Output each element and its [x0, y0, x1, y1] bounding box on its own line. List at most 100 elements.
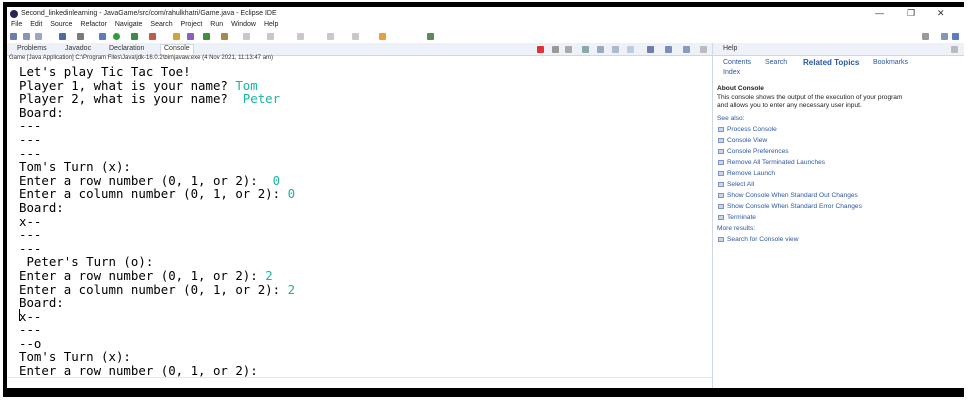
help-link-console-preferences[interactable]: Console Preferences	[717, 146, 957, 157]
menu-search[interactable]: Search	[150, 21, 172, 28]
console-line: Enter a row number (0, 1, or 2):	[19, 364, 709, 378]
menu-project[interactable]: Project	[181, 21, 203, 28]
horizontal-scrollbar[interactable]	[7, 377, 712, 388]
help-link-console-view[interactable]: Console View	[717, 135, 957, 146]
new-package-icon[interactable]	[187, 33, 194, 40]
word-wrap-icon[interactable]	[597, 46, 604, 53]
console-user-input: Peter	[242, 91, 281, 107]
coverage-icon[interactable]	[131, 33, 138, 40]
terminate-icon[interactable]	[537, 46, 544, 53]
help-link-select-all[interactable]: Select All	[717, 179, 957, 190]
pin-editor-icon[interactable]	[379, 33, 386, 40]
console-line: Player 1, what is your name? Tom	[19, 78, 709, 93]
new-java-project-icon[interactable]	[173, 33, 180, 40]
help-link-show-console-stdout[interactable]: Show Console When Standard Out Changes	[717, 190, 957, 201]
console-line: ---	[19, 146, 709, 161]
menu-run[interactable]: Run	[210, 21, 223, 28]
help-link-terminate[interactable]: Terminate	[717, 212, 957, 223]
console-description: Game [Java Application] C:\Program Files…	[9, 55, 274, 61]
open-type-icon[interactable]	[221, 33, 228, 40]
console-line: x--	[19, 214, 709, 229]
console-line: Peter's Turn (o):	[19, 255, 709, 269]
console-panel: Problems Javadoc Declaration Console Gam…	[7, 43, 713, 388]
search-tool-icon[interactable]	[243, 33, 250, 40]
new-icon[interactable]	[10, 33, 17, 40]
close-button[interactable]: ✕	[937, 8, 945, 19]
save-icon[interactable]	[23, 33, 30, 40]
tab-javadoc[interactable]: Javadoc	[65, 45, 91, 52]
perspective-icon[interactable]	[427, 33, 434, 40]
help-contents-link[interactable]: Contents	[723, 59, 751, 66]
menu-file[interactable]: File	[11, 21, 22, 28]
text-cursor	[19, 309, 20, 321]
console-line: ---	[19, 228, 709, 242]
console-line: Let's play Tic Tac Toe!	[19, 65, 709, 79]
window-title: Second_linkedinlearning - JavaGame/src/c…	[21, 10, 277, 17]
more-results-label: More results:	[717, 225, 756, 232]
console-line: ---	[19, 133, 709, 147]
menu-source[interactable]: Source	[50, 21, 72, 28]
quick-access-search-icon[interactable]	[922, 33, 929, 40]
tab-help[interactable]: Help	[723, 45, 737, 52]
show-stderr-icon[interactable]	[627, 46, 634, 53]
tab-console[interactable]: Console	[160, 44, 194, 55]
toggle-mark-icon[interactable]	[267, 33, 274, 40]
help-link-remove-all-terminated[interactable]: Remove All Terminated Launches	[717, 157, 957, 168]
help-link-process-console[interactable]: Process Console	[717, 124, 957, 135]
debug-icon[interactable]	[99, 33, 106, 40]
remove-all-icon[interactable]	[565, 46, 572, 53]
menu-navigate[interactable]: Navigate	[115, 21, 143, 28]
terminal-icon[interactable]	[59, 33, 66, 40]
help-search-for-console-view-link[interactable]: Search for Console view	[717, 234, 957, 245]
show-stdout-icon[interactable]	[612, 46, 619, 53]
tab-declaration[interactable]: Declaration	[109, 45, 144, 52]
save-all-icon[interactable]	[35, 33, 42, 40]
maximize-button[interactable]: ❐	[907, 8, 915, 19]
tab-problems[interactable]: Problems	[17, 45, 47, 52]
run-icon[interactable]	[113, 33, 120, 40]
view-menu-icon[interactable]	[700, 46, 707, 53]
see-also-label: See also:	[717, 115, 745, 122]
menu-edit[interactable]: Edit	[30, 21, 42, 28]
help-related-topics-link[interactable]: Related Topics	[803, 58, 859, 67]
annotation-nav-icon[interactable]	[297, 33, 304, 40]
console-line: Player 2, what is your name? Peter	[19, 92, 709, 106]
help-view-menu-icon[interactable]	[951, 46, 958, 53]
about-console-heading: About Console	[717, 85, 764, 92]
about-console-text-2: and allows you to enter any necessary us…	[717, 102, 862, 109]
remove-launch-icon[interactable]	[552, 46, 559, 53]
about-console-text-1: This console shows the output of the exe…	[717, 94, 903, 101]
console-line: ---	[19, 119, 709, 133]
menu-help[interactable]: Help	[264, 21, 278, 28]
console-line: Tom's Turn (x):	[19, 160, 709, 174]
console-output[interactable]: Let's play Tic Tac Toe! Player 1, what is…	[19, 65, 709, 378]
help-link-show-console-stderr[interactable]: Show Console When Standard Error Changes	[717, 201, 957, 212]
console-line: Board:	[19, 201, 709, 215]
help-index-link[interactable]: Index	[723, 69, 740, 76]
console-line: ---	[19, 323, 709, 337]
menu-refactor[interactable]: Refactor	[80, 21, 106, 28]
eclipse-logo-icon	[10, 10, 18, 18]
external-tools-icon[interactable]	[149, 33, 156, 40]
console-line: Tom's Turn (x):	[19, 350, 709, 364]
menu-window[interactable]: Window	[231, 21, 256, 28]
minimize-button[interactable]: —	[875, 8, 884, 18]
help-link-remove-launch[interactable]: Remove Launch	[717, 168, 957, 179]
console-line: Enter a row number (0, 1, or 2): 0	[19, 173, 709, 188]
scroll-lock-icon[interactable]	[582, 46, 589, 53]
help-bookmarks-link[interactable]: Bookmarks	[873, 59, 908, 66]
pin-console-icon[interactable]	[647, 46, 654, 53]
new-class-icon[interactable]	[203, 33, 210, 40]
help-search-link[interactable]: Search	[765, 59, 787, 66]
open-console-icon[interactable]	[683, 46, 690, 53]
help-panel: Help Contents Search Related Topics Book…	[713, 43, 964, 388]
console-line: x--	[19, 309, 709, 324]
open-perspective-icon[interactable]	[941, 33, 948, 40]
java-perspective-icon[interactable]	[952, 33, 959, 40]
console-user-input: 2	[287, 281, 296, 297]
display-console-icon[interactable]	[665, 46, 672, 53]
forward-icon[interactable]	[352, 33, 359, 40]
back-icon[interactable]	[327, 33, 334, 40]
console-line-text: Enter a row number (0, 1, or 2):	[19, 363, 258, 379]
skip-breakpoints-icon[interactable]	[77, 33, 84, 40]
